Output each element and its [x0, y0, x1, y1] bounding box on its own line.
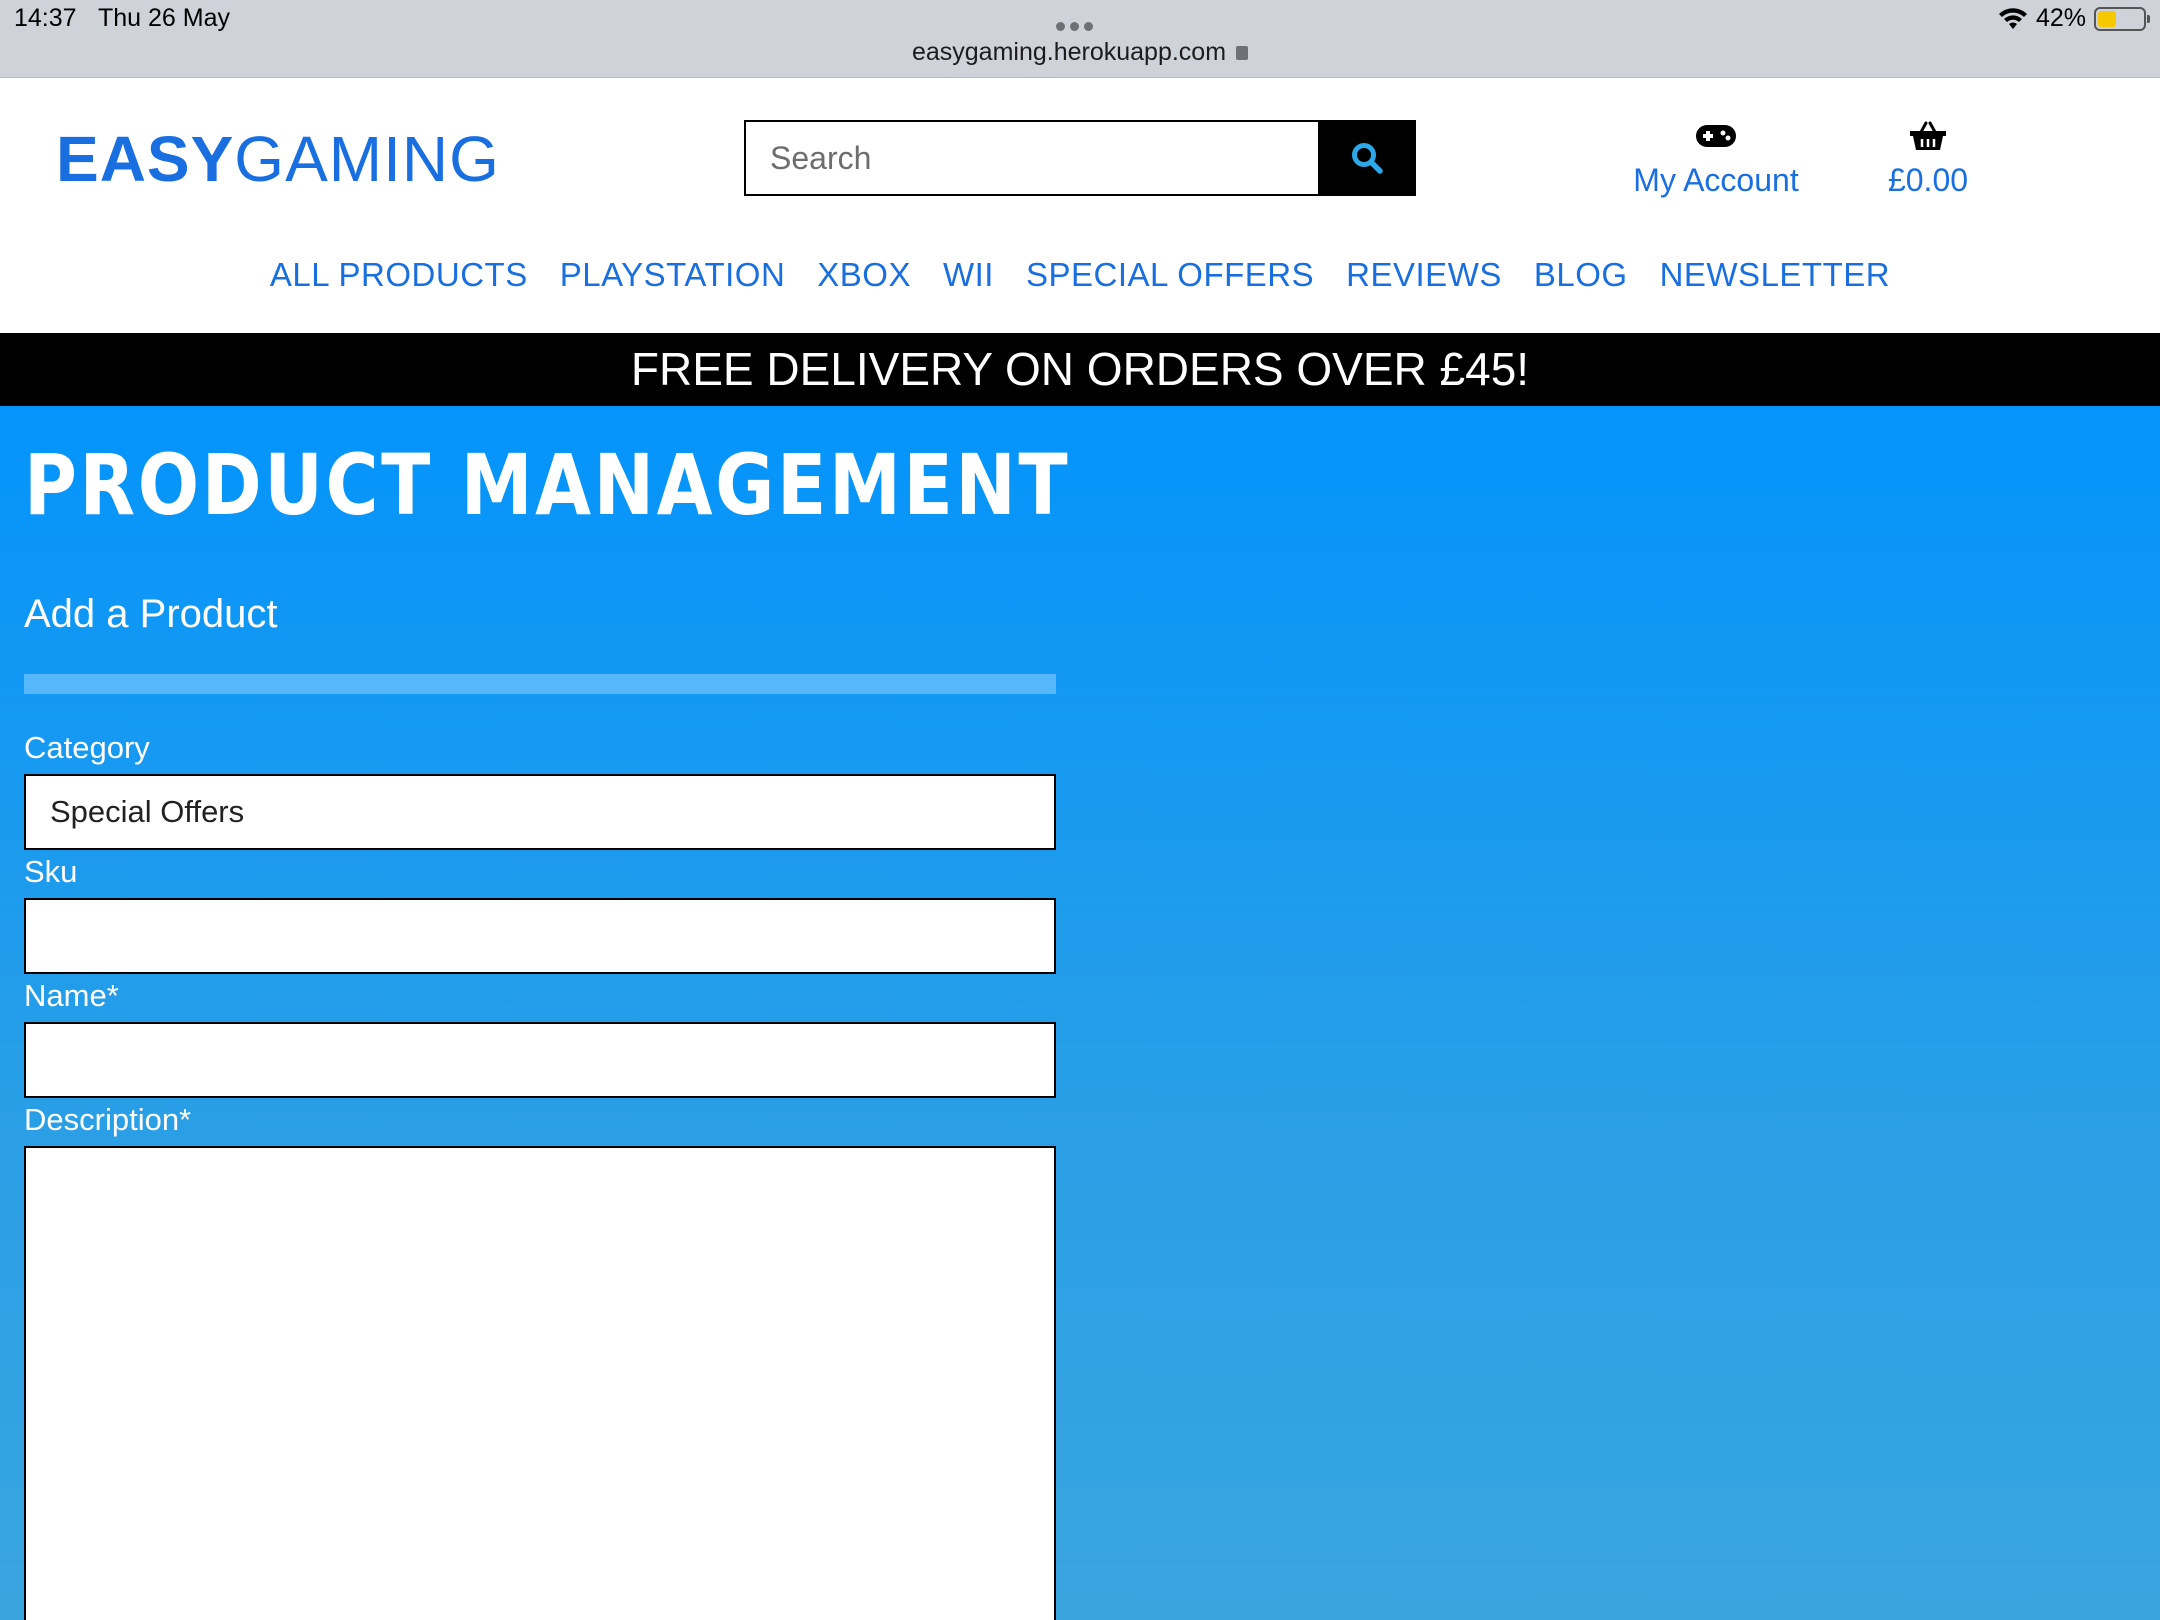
basket-total: £0.00 [1887, 162, 1969, 198]
description-textarea[interactable] [24, 1146, 1056, 1620]
delivery-banner: FREE DELIVERY ON ORDERS OVER £45! [0, 333, 2160, 406]
category-label: Category [24, 730, 150, 765]
more-dots-icon[interactable] [1056, 18, 1104, 31]
basket-link[interactable]: £0.00 [1858, 116, 1998, 199]
site-logo[interactable]: EASYGAMING [56, 122, 500, 196]
sku-label: Sku [24, 854, 78, 889]
search-input[interactable] [744, 120, 1318, 196]
my-account-link[interactable]: My Account [1616, 116, 1816, 199]
page-title: PRODUCT MANAGEMENT [24, 436, 1071, 534]
status-time: 14:37 [14, 4, 77, 32]
search-form [744, 120, 1416, 196]
nav-xbox[interactable]: XBOX [817, 256, 911, 294]
nav-newsletter[interactable]: NEWSLETTER [1660, 256, 1891, 294]
nav-wii[interactable]: WII [943, 256, 994, 294]
status-date: Thu 26 May [98, 4, 231, 32]
main-nav: ALL PRODUCTS PLAYSTATION XBOX WII SPECIA… [0, 256, 2160, 294]
wifi-icon [1998, 7, 2027, 29]
status-indicators: 42% [1998, 4, 2150, 33]
nav-blog[interactable]: BLOG [1534, 256, 1628, 294]
logo-light: GAMING [234, 123, 500, 195]
basket-icon [1910, 121, 1946, 150]
site-header: EASYGAMING My Account [0, 78, 2160, 333]
page-subtitle: Add a Product [24, 592, 278, 636]
name-label: Name* [24, 978, 119, 1013]
search-icon [1352, 143, 1383, 174]
main-content: PRODUCT MANAGEMENT Add a Product Categor… [0, 406, 2160, 1620]
nav-all-products[interactable]: ALL PRODUCTS [270, 256, 528, 294]
battery-icon [2094, 6, 2150, 31]
sku-input[interactable] [24, 898, 1056, 974]
nav-playstation[interactable]: PLAYSTATION [560, 256, 786, 294]
divider [24, 674, 1056, 694]
battery-percent: 42% [2035, 4, 2086, 32]
address-bar[interactable]: easygaming.herokuapp.com [0, 38, 2160, 67]
name-input[interactable] [24, 1022, 1056, 1098]
url-text: easygaming.herokuapp.com [911, 38, 1227, 66]
description-label: Description* [24, 1102, 192, 1137]
ios-status-bar: 14:37 Thu 26 May easygaming.herokuapp.co… [0, 0, 2160, 78]
logo-bold: EASY [56, 123, 235, 195]
my-account-label: My Account [1633, 162, 1799, 198]
category-select[interactable]: Special Offers [24, 774, 1056, 850]
lock-icon [1236, 46, 1249, 60]
search-button[interactable] [1318, 120, 1416, 196]
gamepad-icon [1696, 125, 1736, 147]
nav-special-offers[interactable]: SPECIAL OFFERS [1026, 256, 1314, 294]
nav-reviews[interactable]: REVIEWS [1346, 256, 1502, 294]
